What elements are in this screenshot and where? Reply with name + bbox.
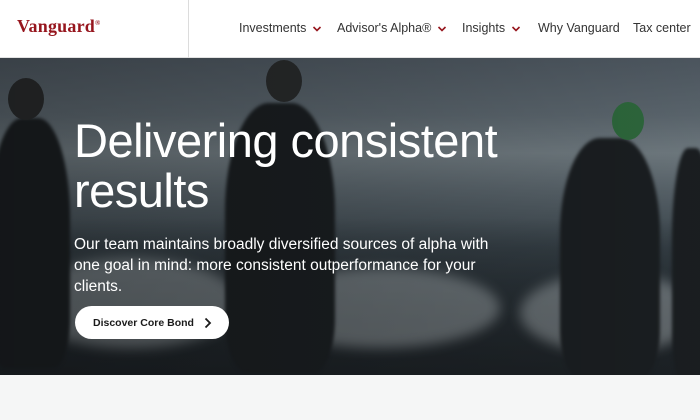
nav-item-tax-center[interactable]: Tax center (633, 21, 691, 35)
hero-subtext: Our team maintains broadly diversified s… (74, 236, 489, 295)
chevron-right-icon (204, 317, 212, 329)
nav-item-investments[interactable]: Investments (239, 21, 322, 35)
hero-headline: Delivering consistent results (74, 114, 498, 217)
nav-item-label: Tax center (633, 21, 691, 35)
nav-item-advisors-alpha[interactable]: Advisor's Alpha® (337, 21, 447, 35)
nav-item-label: Investments (239, 21, 307, 35)
discover-core-bond-button[interactable]: Discover Core Bond (75, 306, 229, 339)
cta-label: Discover Core Bond (93, 316, 194, 329)
logo-registered-mark: ® (94, 19, 101, 27)
nav-item-label: Insights (462, 21, 506, 35)
nav-item-why-vanguard[interactable]: Why Vanguard (538, 21, 620, 35)
chevron-down-icon (313, 26, 322, 32)
header-divider (188, 0, 189, 58)
content-section-below-hero (0, 375, 700, 420)
vanguard-logo[interactable]: Vanguard® (17, 16, 100, 37)
logo-text: Vanguard (17, 16, 95, 36)
nav-item-label: Why Vanguard (538, 21, 620, 35)
nav-item-label: Advisor's Alpha® (337, 21, 432, 35)
nav-item-insights[interactable]: Insights (462, 21, 521, 35)
chevron-down-icon (438, 26, 447, 32)
top-navigation-bar: Vanguard® Investments Advisor's Alpha® I… (0, 0, 700, 58)
chevron-down-icon (512, 26, 521, 32)
